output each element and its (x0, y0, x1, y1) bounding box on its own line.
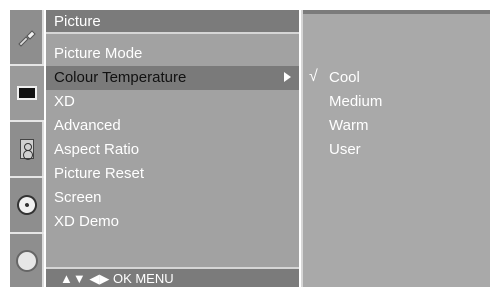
menu-item-aspect-ratio[interactable]: Aspect Ratio (46, 138, 299, 162)
submenu-item-label: User (329, 141, 361, 158)
submenu-item-label: Cool (329, 69, 360, 86)
checkmark-icon: √ (309, 68, 318, 85)
rail-slot-picture[interactable] (10, 66, 44, 120)
speaker-icon (20, 139, 34, 160)
rail-slot-option[interactable] (10, 234, 44, 288)
menu-item-screen[interactable]: Screen (46, 186, 299, 210)
menu-item-label: Aspect Ratio (54, 141, 140, 158)
menu-title: Picture (54, 13, 101, 30)
icon-rail (10, 10, 44, 287)
menu-item-label: Advanced (54, 117, 121, 134)
menu-item-label: Colour Temperature (54, 69, 187, 86)
menu-item-xd[interactable]: XD (46, 90, 299, 114)
menu-item-xd-demo[interactable]: XD Demo (46, 210, 299, 234)
submenu-header-bar (303, 10, 490, 14)
menu-footer: ▲▼ ◀▶ OK MENU (46, 267, 299, 287)
menu-item-advanced[interactable]: Advanced (46, 114, 299, 138)
settings-icon (18, 30, 36, 47)
tv-screen-icon (17, 86, 37, 100)
submenu-item-user[interactable]: User (303, 138, 490, 162)
menu-header: Picture (46, 10, 299, 34)
gear-icon (16, 250, 38, 272)
submenu-item-medium[interactable]: Medium (303, 90, 490, 114)
navigation-hints: ▲▼ ◀▶ OK MENU (60, 271, 174, 286)
submenu-item-warm[interactable]: Warm (303, 114, 490, 138)
osd-screen: Picture Picture Mode Colour Temperature … (0, 0, 490, 287)
submenu-item-label: Medium (329, 93, 383, 110)
menu-item-label: Picture Reset (54, 165, 145, 182)
disc-icon (14, 192, 40, 218)
submenu-item-cool[interactable]: √ Cool (303, 66, 490, 90)
rail-slot-time[interactable] (10, 178, 44, 232)
menu-item-label: XD (54, 93, 75, 110)
menu-item-colour-temperature[interactable]: Colour Temperature (46, 66, 299, 90)
menu-item-label: Screen (54, 189, 102, 206)
rail-slot-audio[interactable] (10, 122, 44, 176)
rail-slot-setup[interactable] (10, 10, 44, 64)
picture-menu: Picture Picture Mode Colour Temperature … (46, 10, 299, 287)
menu-item-label: XD Demo (54, 213, 120, 230)
menu-item-picture-reset[interactable]: Picture Reset (46, 162, 299, 186)
submenu-arrow-icon (284, 72, 291, 82)
colour-temperature-submenu: √ Cool Medium Warm User (301, 10, 490, 287)
submenu-item-label: Warm (329, 117, 369, 134)
menu-item-label: Picture Mode (54, 45, 143, 62)
menu-item-picture-mode[interactable]: Picture Mode (46, 42, 299, 66)
